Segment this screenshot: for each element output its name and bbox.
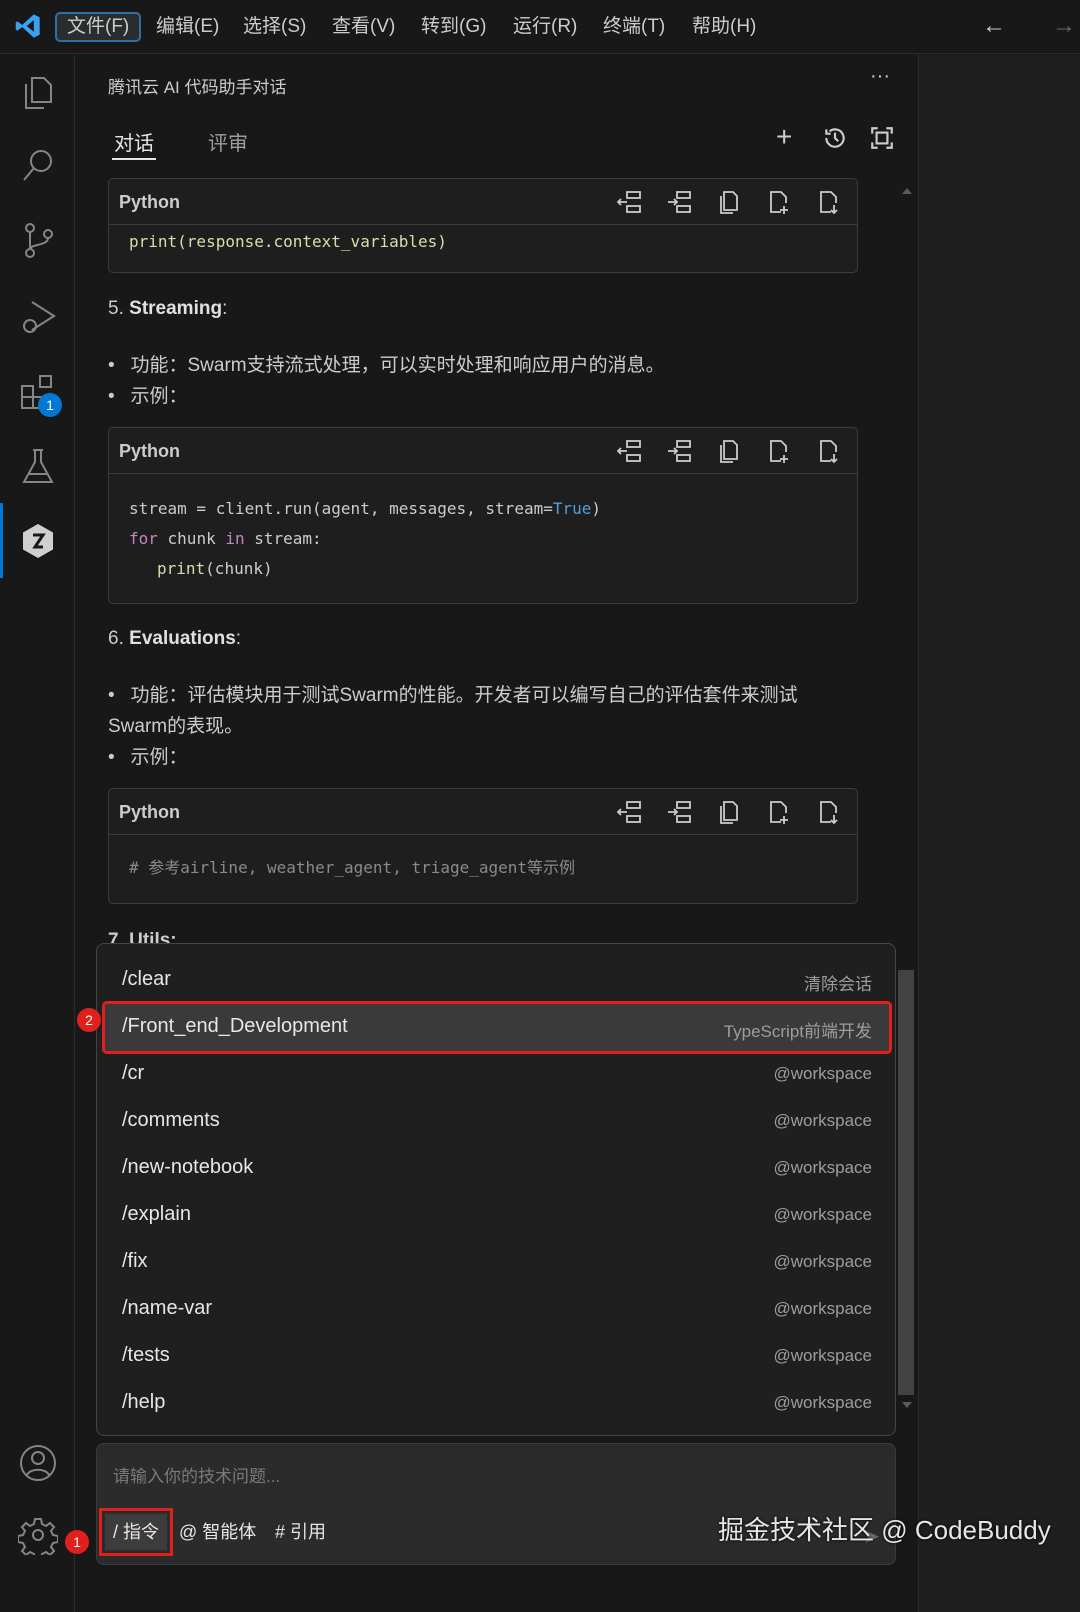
code-language: Python (119, 192, 180, 212)
code-line: for chunk in stream: (129, 529, 322, 548)
command-item-clear[interactable]: /clear 清除会话 (105, 957, 889, 1004)
command-item-fix[interactable]: /fix @workspace (105, 1239, 889, 1286)
command-dropdown: /clear 清除会话 /Front_end_Development TypeScr… (96, 943, 896, 1436)
bullet-continuation: Swarm的表现。 (108, 716, 244, 737)
menu-run[interactable]: 运行(R) (503, 12, 587, 42)
command-button[interactable]: / 指令 (98, 1508, 174, 1556)
tab-review[interactable]: 评审 (208, 127, 248, 156)
insert-after-icon[interactable] (665, 438, 693, 464)
insert-after-icon[interactable] (665, 189, 693, 215)
insert-before-icon[interactable] (615, 438, 643, 464)
scrollbar-thumb[interactable] (898, 970, 914, 1395)
menu-file[interactable]: 文件(F) (55, 12, 142, 42)
command-item-help[interactable]: /help @workspace (105, 1380, 889, 1427)
command-item-comments[interactable]: /comments @workspace (105, 1098, 889, 1145)
copy-icon[interactable] (715, 799, 743, 825)
bullet-item: • 功能：评估模块用于测试Swarm的性能。开发者可以编写自己的评估套件来测试 (108, 685, 798, 706)
explorer-icon[interactable] (18, 72, 58, 112)
command-item-name-var[interactable]: /name-var @workspace (105, 1286, 889, 1333)
menu-view[interactable]: 查看(V) (322, 12, 405, 42)
command-item-front-end-development[interactable]: /Front_end_Development TypeScript前端开发 (102, 1001, 892, 1054)
insert-before-icon[interactable] (615, 799, 643, 825)
source-control-icon[interactable] (18, 220, 58, 260)
codebuddy-icon[interactable] (18, 521, 58, 561)
copy-icon[interactable] (715, 438, 743, 464)
extensions-badge: 1 (38, 393, 62, 417)
agent-button[interactable]: @ 智能体 (171, 1514, 264, 1550)
code-line: print(response.context_variables) (129, 232, 447, 251)
more-actions-icon[interactable]: ··· (870, 65, 890, 88)
scroll-up-icon[interactable] (902, 188, 912, 194)
panel-title: 腾讯云 AI 代码助手对话 (108, 78, 287, 97)
reference-button[interactable]: # 引用 (267, 1514, 334, 1550)
command-item-new-notebook[interactable]: /new-notebook @workspace (105, 1145, 889, 1192)
menu-terminal[interactable]: 终端(T) (593, 12, 675, 42)
save-file-icon[interactable] (815, 189, 843, 215)
save-file-icon[interactable] (815, 438, 843, 464)
command-item-cr[interactable]: /cr @workspace (105, 1051, 889, 1098)
annotation-badge-2: 2 (77, 1008, 101, 1032)
input-placeholder: 请输入你的技术问题... (113, 1467, 281, 1486)
account-icon[interactable] (18, 1443, 58, 1483)
activity-bar: 1 (0, 55, 75, 1612)
forward-arrow-icon[interactable]: → (1052, 12, 1076, 40)
settings-gear-icon[interactable] (17, 1515, 59, 1560)
scroll-down-icon[interactable] (902, 1402, 912, 1408)
new-file-icon[interactable] (765, 799, 793, 825)
history-icon[interactable] (822, 125, 848, 151)
command-item-tests[interactable]: /tests @workspace (105, 1333, 889, 1380)
code-comment: # 参考airline, weather_agent, triage_agent… (129, 858, 576, 877)
save-file-icon[interactable] (815, 799, 843, 825)
copy-icon[interactable] (715, 189, 743, 215)
search-icon[interactable] (18, 145, 58, 185)
code-line: stream = client.run(agent, messages, str… (129, 499, 602, 518)
active-indicator (0, 503, 3, 578)
section-heading: 5. Streaming: (108, 298, 228, 319)
watermark: 掘金技术社区 @ CodeBuddy (718, 1515, 1051, 1545)
insert-before-icon[interactable] (615, 189, 643, 215)
code-block: Python stream = client.run(agent, messag… (108, 427, 858, 604)
code-block: Python # 参考airline, weather_agent, triag… (108, 788, 858, 904)
fullscreen-icon[interactable] (869, 125, 895, 151)
new-chat-plus-icon[interactable]: + (776, 121, 792, 153)
editor-area (918, 55, 1080, 1612)
bullet-item: • 功能：Swarm支持流式处理，可以实时处理和响应用户的消息。 (108, 355, 665, 376)
code-block: Python print(response.context_variables) (108, 178, 858, 273)
run-debug-icon[interactable] (18, 296, 58, 336)
vscode-logo-icon (15, 14, 40, 38)
bullet-item: • 示例： (108, 386, 188, 407)
scrollbar[interactable] (898, 180, 914, 1420)
insert-after-icon[interactable] (665, 799, 693, 825)
menu-bar: 文件(F) 编辑(E) 选择(S) 查看(V) 转到(G) 运行(R) 终端(T… (0, 0, 1080, 54)
back-arrow-icon[interactable]: ← (982, 12, 1006, 40)
menu-edit[interactable]: 编辑(E) (146, 12, 229, 42)
new-file-icon[interactable] (765, 189, 793, 215)
menu-selection[interactable]: 选择(S) (233, 12, 316, 42)
testing-flask-icon[interactable] (18, 446, 58, 486)
menu-help[interactable]: 帮助(H) (682, 12, 766, 42)
code-language: Python (119, 441, 180, 461)
tab-chat[interactable]: 对话 (114, 127, 154, 156)
new-file-icon[interactable] (765, 438, 793, 464)
menu-go[interactable]: 转到(G) (411, 12, 496, 42)
section-heading: 6. Evaluations: (108, 628, 242, 649)
code-language: Python (119, 802, 180, 822)
annotation-badge-1: 1 (65, 1530, 89, 1554)
code-line: print(chunk) (157, 559, 273, 578)
command-item-explain[interactable]: /explain @workspace (105, 1192, 889, 1239)
tab-underline (112, 158, 156, 160)
bullet-item: • 示例： (108, 747, 188, 768)
